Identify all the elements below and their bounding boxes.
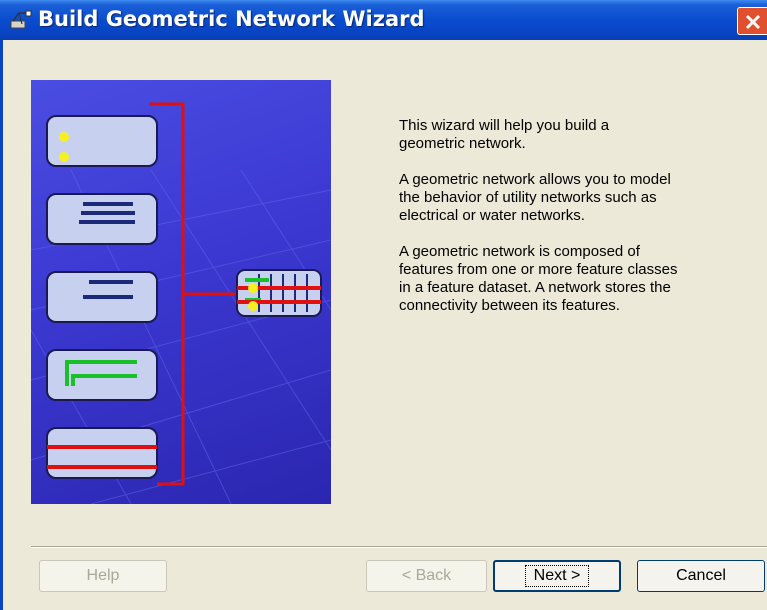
intro-paragraph: A geometric network allows you to model … [399, 171, 671, 224]
wizard-window: Build Geometric Network Wizard This wiza… [0, 0, 767, 610]
intro-paragraph: A geometric network is composed of featu… [399, 243, 678, 314]
intro-text: This wizard will help you build a geomet… [399, 117, 759, 315]
next-button-label: Next > [524, 565, 590, 587]
help-button[interactable]: Help [39, 560, 167, 592]
network-wizard-icon [10, 10, 32, 29]
window-frame [0, 40, 3, 610]
intro-paragraph: This wizard will help you build a geomet… [399, 117, 610, 152]
close-button[interactable] [737, 7, 767, 35]
cancel-button[interactable]: Cancel [637, 560, 765, 592]
network-illustration-graphic [30, 102, 332, 505]
button-separator-highlight [31, 547, 767, 548]
network-illustration [30, 80, 332, 505]
back-button[interactable]: < Back [366, 560, 487, 592]
close-icon [745, 14, 761, 30]
next-button[interactable]: Next > [493, 560, 621, 592]
window-title: Build Geometric Network Wizard [38, 7, 425, 31]
title-bar[interactable]: Build Geometric Network Wizard [0, 0, 767, 40]
